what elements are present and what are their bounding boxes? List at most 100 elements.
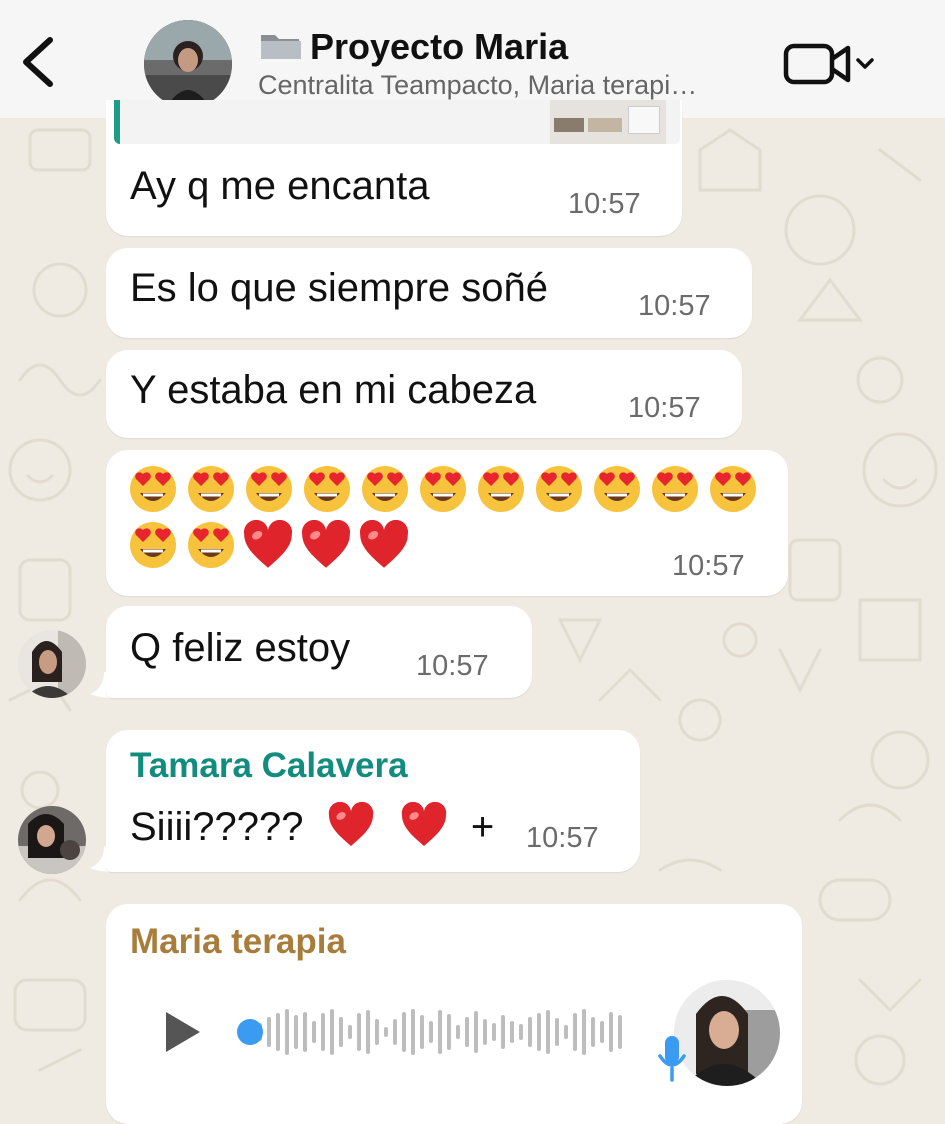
link-preview-thumbnail xyxy=(550,100,666,144)
waveform-bar xyxy=(429,1021,433,1043)
waveform-bar xyxy=(573,1013,577,1051)
waveform-bar xyxy=(330,1009,334,1055)
waveform-bar xyxy=(528,1017,532,1047)
voice-sender-avatar xyxy=(674,980,780,1086)
waveform-bar xyxy=(366,1010,370,1054)
heart-eyes-emoji xyxy=(478,466,524,512)
sender-avatar[interactable] xyxy=(18,630,86,698)
chat-title-text: Proyecto Maria xyxy=(310,26,569,67)
message-text: Y estaba en mi cabeza xyxy=(130,368,537,412)
waveform-bar xyxy=(501,1015,505,1049)
play-icon xyxy=(166,1012,200,1052)
waveform-bar xyxy=(582,1009,586,1055)
voice-note-bubble[interactable]: Maria terapia xyxy=(106,904,802,1124)
waveform-bar xyxy=(321,1013,325,1051)
chat-title[interactable]: Proyecto Maria xyxy=(258,26,568,68)
waveform-bar xyxy=(510,1021,514,1043)
heart-eyes-emoji xyxy=(420,466,466,512)
waveform-bar xyxy=(618,1015,622,1049)
waveform-bar xyxy=(357,1013,361,1051)
link-preview-card[interactable] xyxy=(114,100,680,144)
chevron-left-icon xyxy=(23,37,53,87)
waveform-bar xyxy=(420,1015,424,1049)
message-text: Siiii????? + xyxy=(130,801,495,858)
link-preview-bubble[interactable]: Ay q me encanta 10:57 xyxy=(106,100,682,236)
waveform-bar xyxy=(555,1018,559,1046)
emoji-message-bubble[interactable]: 10:57 xyxy=(106,450,788,596)
group-avatar[interactable] xyxy=(144,20,232,108)
message-time: 10:57 xyxy=(568,188,641,220)
heart-eyes-emoji xyxy=(188,466,234,512)
message-bubble[interactable]: Y estaba en mi cabeza 10:57 xyxy=(106,350,742,438)
waveform-bar xyxy=(393,1019,397,1045)
message-time: 10:57 xyxy=(416,650,489,682)
microphone-icon xyxy=(656,1034,688,1084)
waveform-bar xyxy=(474,1011,478,1053)
waveform-bar xyxy=(456,1025,460,1039)
waveform-bar xyxy=(348,1025,352,1039)
video-call-button[interactable] xyxy=(782,40,882,90)
heart-emoji xyxy=(327,801,375,858)
waveform-bar xyxy=(447,1014,451,1050)
back-button[interactable] xyxy=(18,34,58,90)
heart-eyes-emoji xyxy=(594,466,640,512)
waveform-bar xyxy=(411,1009,415,1055)
message-text: Es lo que siempre soñé xyxy=(130,266,549,310)
waveform-bar xyxy=(267,1017,271,1047)
waveform-bar xyxy=(285,1009,289,1055)
waveform-bar xyxy=(339,1017,343,1047)
heart-eyes-emoji xyxy=(652,466,698,512)
sender-name[interactable]: Maria terapia xyxy=(130,922,346,962)
waveform-bar xyxy=(591,1017,595,1047)
waveform-bar xyxy=(465,1017,469,1047)
play-button[interactable] xyxy=(158,1006,206,1058)
message-text: Ay q me encanta xyxy=(130,164,430,208)
heart-eyes-emoji xyxy=(536,466,582,512)
heart-eyes-emoji xyxy=(246,466,292,512)
waveform-bar xyxy=(384,1027,388,1037)
chevron-down-icon xyxy=(856,58,874,69)
playhead-dot[interactable] xyxy=(237,1019,263,1045)
heart-eyes-emoji xyxy=(130,522,176,568)
heart-emoji xyxy=(359,520,409,568)
waveform-bar xyxy=(312,1021,316,1043)
waveform-bar xyxy=(483,1019,487,1045)
waveform-bar xyxy=(564,1025,568,1039)
waveform-bar xyxy=(294,1015,298,1049)
chat-subtitle[interactable]: Centralita Teampacto, Maria terapi… xyxy=(258,70,697,101)
video-camera-icon xyxy=(783,43,851,85)
waveform-bar xyxy=(519,1024,523,1040)
heart-eyes-emoji xyxy=(130,466,176,512)
waveform-bar xyxy=(609,1012,613,1052)
waveform-bar xyxy=(276,1013,280,1051)
heart-eyes-emoji xyxy=(304,466,350,512)
message-suffix: + xyxy=(470,805,495,849)
message-time: 10:57 xyxy=(638,290,711,322)
message-bubble[interactable]: Q feliz estoy 10:57 xyxy=(106,606,532,698)
sender-name[interactable]: Tamara Calavera xyxy=(130,746,408,786)
waveform-bar xyxy=(375,1019,379,1045)
message-text: Q feliz estoy xyxy=(130,626,351,670)
voice-waveform[interactable] xyxy=(234,1000,634,1064)
message-time: 10:57 xyxy=(628,392,701,424)
waveform-bar xyxy=(537,1013,541,1051)
heart-eyes-emoji xyxy=(188,522,234,568)
waveform-bar xyxy=(402,1012,406,1052)
waveform-bar xyxy=(303,1012,307,1052)
message-time: 10:57 xyxy=(526,822,599,854)
heart-emoji xyxy=(301,520,351,568)
heart-emoji xyxy=(243,520,293,568)
heart-eyes-emoji xyxy=(362,466,408,512)
heart-emoji xyxy=(400,801,448,858)
waveform-bar xyxy=(492,1023,496,1041)
message-text-body: Siiii????? xyxy=(130,805,304,849)
heart-eyes-emoji xyxy=(710,466,756,512)
waveform-bar xyxy=(438,1010,442,1054)
folder-icon xyxy=(258,26,304,68)
message-bubble[interactable]: Tamara Calavera Siiii????? + 10:57 xyxy=(106,730,640,872)
message-time: 10:57 xyxy=(672,550,745,582)
sender-avatar[interactable] xyxy=(18,806,86,874)
waveform-bar xyxy=(600,1021,604,1043)
message-bubble[interactable]: Es lo que siempre soñé 10:57 xyxy=(106,248,752,338)
waveform-bar xyxy=(546,1010,550,1054)
